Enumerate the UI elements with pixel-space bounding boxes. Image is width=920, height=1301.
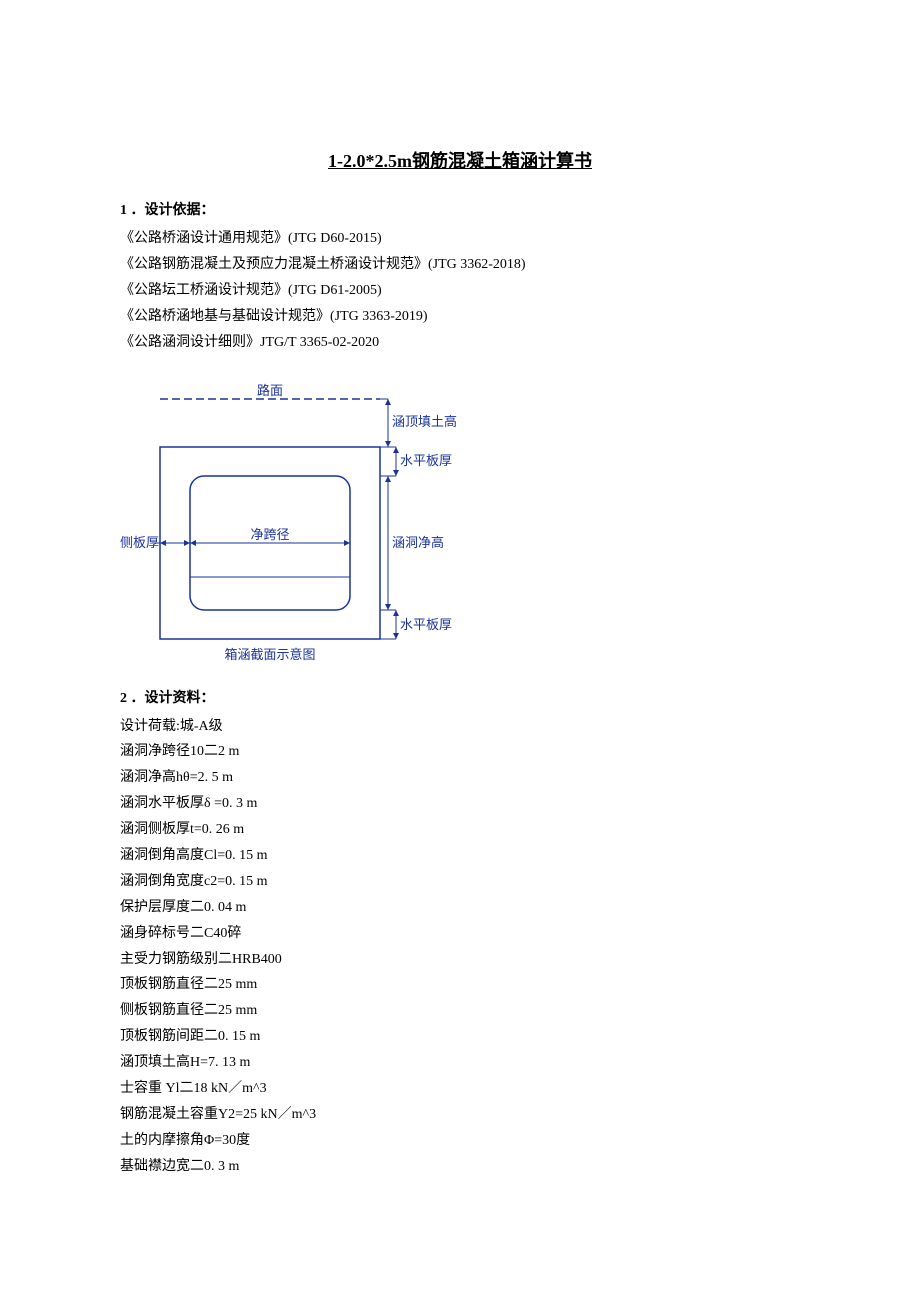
spec-item: 涵洞倒角高度Cl=0. 15 m xyxy=(120,843,800,869)
reference-item: 《公路涵洞设计细则》JTG/T 3365-02-2020 xyxy=(120,330,800,356)
diagram-horiz-plate-label2: 水平板厚 xyxy=(400,617,452,632)
spec-item: 涵身碎标号二C40碎 xyxy=(120,921,800,947)
section2-header: 2 ．设计资料： xyxy=(120,686,800,712)
spec-item: 顶板钢筋间距二0. 15 m xyxy=(120,1024,800,1050)
diagram-horiz-plate-label: 水平板厚 xyxy=(400,453,452,468)
spec-item: 设计荷载:城-A级 xyxy=(120,714,800,740)
cross-section-diagram: 路面 涵顶填土高 水平板厚 涵洞净高 水平板厚 xyxy=(120,381,460,671)
spec-item: 钢筋混凝土容重Y2=25 kN／m^3 xyxy=(120,1102,800,1128)
spec-item: 顶板钢筋直径二25 mm xyxy=(120,972,800,998)
spec-item: 土的内摩擦角Φ=30度 xyxy=(120,1128,800,1154)
spec-item: 涵顶填土高H=7. 13 m xyxy=(120,1050,800,1076)
diagram-net-height-label: 涵洞净高 xyxy=(392,535,444,550)
spec-item: 主受力钢筋级别二HRB400 xyxy=(120,947,800,973)
page-title: 1-2.0*2.5m钢筋混凝土箱涵计算书 xyxy=(120,145,800,178)
diagram-fill-height-label: 涵顶填土高 xyxy=(392,414,457,429)
diagram-side-plate-label: 侧板厚 xyxy=(120,535,159,550)
diagram-road-label: 路面 xyxy=(257,383,283,398)
diagram-caption: 箱涵截面示意图 xyxy=(224,647,315,662)
spec-item: 涵洞倒角宽度c2=0. 15 m xyxy=(120,869,800,895)
section1-header: 1 ．设计依据： xyxy=(120,198,800,224)
spec-item: 涵洞侧板厚t=0. 26 m xyxy=(120,817,800,843)
diagram-net-span-label: 净跨径 xyxy=(250,527,289,542)
spec-item: 士容重 Yl二18 kN／m^3 xyxy=(120,1076,800,1102)
spec-item: 侧板钢筋直径二25 mm xyxy=(120,998,800,1024)
spec-item: 涵洞水平板厚δ =0. 3 m xyxy=(120,791,800,817)
spec-item: 基础襟边宽二0. 3 m xyxy=(120,1154,800,1180)
reference-item: 《公路钢筋混凝土及预应力混凝土桥涵设计规范》(JTG 3362-2018) xyxy=(120,252,800,278)
reference-item: 《公路桥涵设计通用规范》(JTG D60-2015) xyxy=(120,226,800,252)
spec-item: 保护层厚度二0. 04 m xyxy=(120,895,800,921)
reference-item: 《公路桥涵地基与基础设计规范》(JTG 3363-2019) xyxy=(120,304,800,330)
reference-item: 《公路坛工桥涵设计规范》(JTG D61-2005) xyxy=(120,278,800,304)
spec-item: 涵洞净高hθ=2. 5 m xyxy=(120,765,800,791)
spec-item: 涵洞净跨径10二2 m xyxy=(120,739,800,765)
